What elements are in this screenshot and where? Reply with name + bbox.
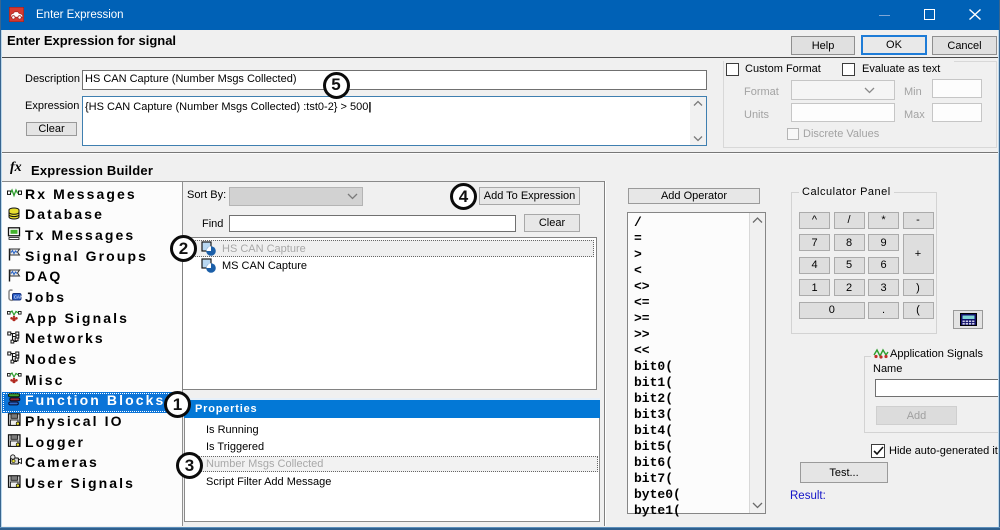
svg-text:CAN: CAN [14,295,22,300]
